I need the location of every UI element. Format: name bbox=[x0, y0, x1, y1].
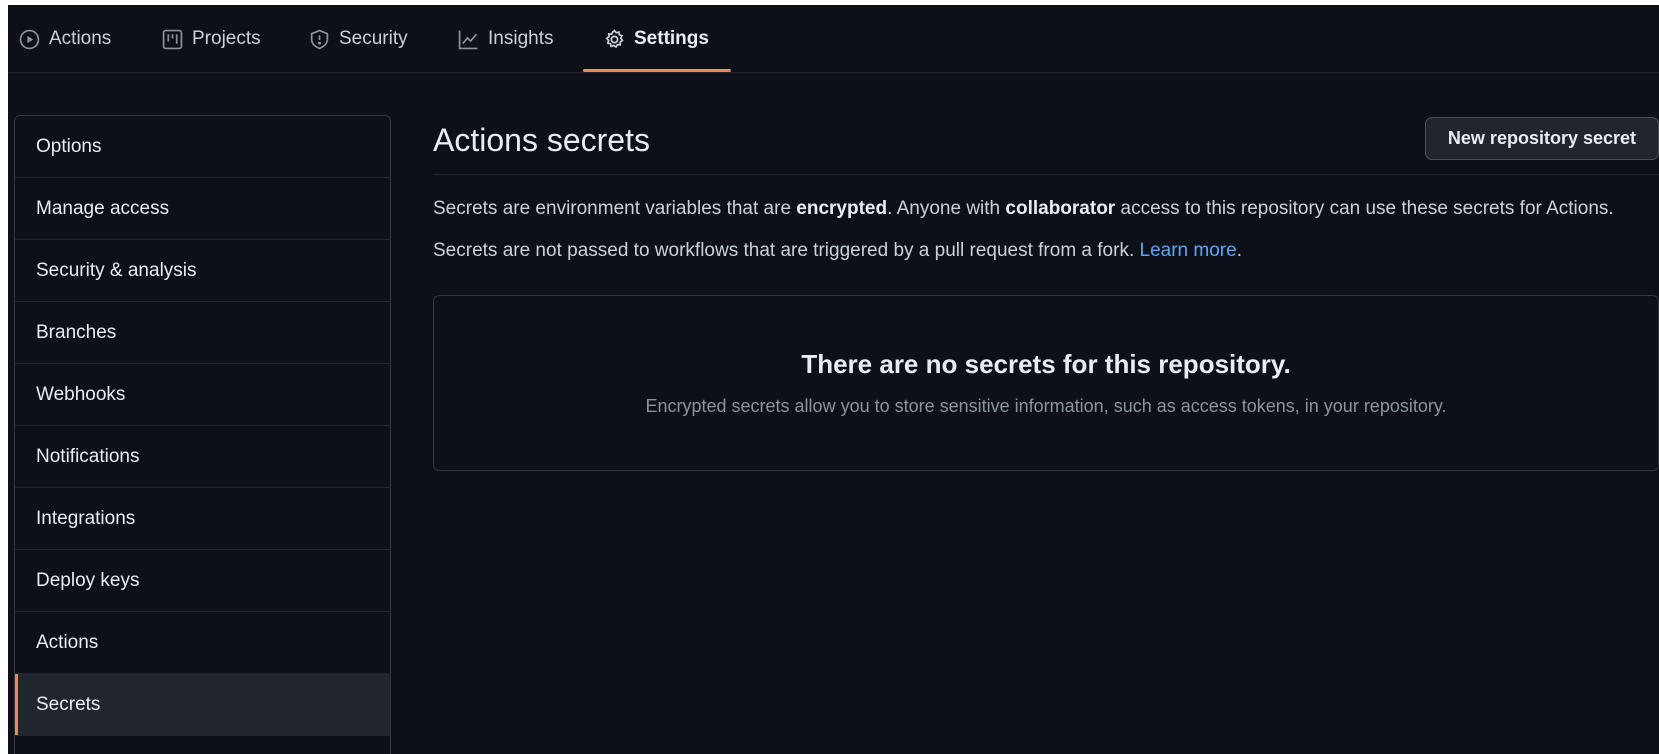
gear-icon bbox=[605, 28, 624, 48]
empty-state-description: Encrypted secrets allow you to store sen… bbox=[645, 396, 1447, 416]
description-bold-collaborator: collaborator bbox=[1005, 198, 1116, 219]
play-circle-icon bbox=[19, 29, 40, 49]
sidebar-item-webhooks[interactable]: Webhooks bbox=[15, 364, 390, 426]
repo-nav: Actions Projects Security Insights Setti… bbox=[8, 5, 1659, 73]
tab-label: Settings bbox=[634, 28, 709, 49]
sidebar-item-label: Webhooks bbox=[36, 383, 126, 405]
tab-actions[interactable]: Actions bbox=[19, 5, 111, 73]
sidebar-item-integrations[interactable]: Integrations bbox=[15, 488, 390, 550]
sidebar-item-label: Secrets bbox=[36, 693, 101, 715]
sidebar-item-label: Notifications bbox=[36, 445, 140, 467]
description-text: . Anyone with bbox=[887, 198, 1006, 219]
description-text: access to this repository can use these … bbox=[1115, 198, 1614, 219]
new-repository-secret-button[interactable]: New repository secret bbox=[1424, 117, 1659, 160]
sidebar-item-manage-access[interactable]: Manage access bbox=[15, 178, 390, 240]
page-header: Actions secrets New repository secret bbox=[433, 115, 1659, 175]
sidebar-item-branches[interactable]: Branches bbox=[15, 302, 390, 364]
empty-state-title: There are no secrets for this repository… bbox=[801, 349, 1291, 379]
tab-security[interactable]: Security bbox=[309, 5, 408, 73]
description-bold-encrypted: encrypted bbox=[796, 198, 888, 219]
settings-sidebar: Options Manage access Security & analysi… bbox=[14, 115, 391, 754]
sidebar-item-label: Actions bbox=[36, 631, 99, 653]
description-text: Secrets are environment variables that a… bbox=[433, 198, 797, 219]
sidebar-item-security-analysis[interactable]: Security & analysis bbox=[15, 240, 390, 302]
fork-note-end: . bbox=[1236, 240, 1242, 261]
page-title: Actions secrets bbox=[433, 122, 650, 158]
sidebar-item-label: Integrations bbox=[36, 507, 136, 529]
secrets-description: Secrets are environment variables that a… bbox=[433, 197, 1659, 221]
sidebar-item-options[interactable]: Options bbox=[15, 116, 390, 178]
active-tab-indicator bbox=[583, 69, 731, 72]
sidebar-item-deploy-keys[interactable]: Deploy keys bbox=[15, 550, 390, 612]
learn-more-link[interactable]: Learn more bbox=[1140, 240, 1237, 261]
sidebar-item-label: Deploy keys bbox=[36, 569, 140, 591]
main-content: Actions secrets New repository secret Se… bbox=[433, 115, 1659, 471]
tab-insights[interactable]: Insights bbox=[458, 5, 553, 73]
tab-settings[interactable]: Settings bbox=[604, 5, 709, 73]
fork-note-text: Secrets are not passed to workflows that… bbox=[433, 240, 1140, 261]
tab-label: Projects bbox=[192, 28, 261, 49]
fork-note: Secrets are not passed to workflows that… bbox=[433, 239, 1659, 263]
tab-label: Actions bbox=[49, 28, 112, 49]
graph-icon bbox=[458, 30, 478, 49]
tab-label: Insights bbox=[488, 28, 554, 49]
tab-label: Security bbox=[339, 28, 408, 49]
sidebar-item-label: Security & analysis bbox=[36, 259, 197, 281]
tab-projects[interactable]: Projects bbox=[162, 5, 261, 73]
sidebar-item-actions[interactable]: Actions bbox=[15, 612, 390, 674]
sidebar-item-label: Options bbox=[36, 135, 102, 157]
empty-state-box: There are no secrets for this repository… bbox=[433, 295, 1659, 471]
app-window: Actions Projects Security Insights Setti… bbox=[8, 5, 1659, 754]
project-board-icon bbox=[162, 29, 183, 49]
sidebar-item-label: Manage access bbox=[36, 197, 170, 219]
sidebar-item-label: Branches bbox=[36, 321, 117, 343]
sidebar-item-secrets[interactable]: Secrets bbox=[15, 674, 390, 736]
shield-icon bbox=[310, 29, 329, 49]
sidebar-item-notifications[interactable]: Notifications bbox=[15, 426, 390, 488]
